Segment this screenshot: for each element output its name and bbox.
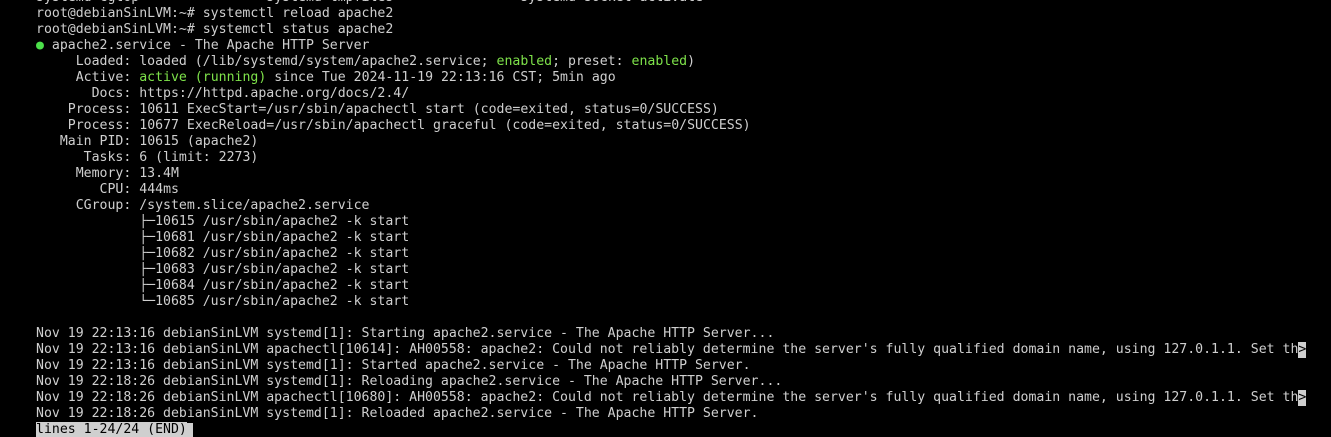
journal-text: Nov 19 22:13:16 debianSinLVM apachectl[1… [36,342,1299,357]
cgroup-tree-line: ├─10684 /usr/sbin/apache2 -k start [0,278,1331,294]
tasks-line: Tasks: 6 (limit: 2273) [0,150,1331,166]
service-status-bullet-icon: ● [36,38,44,53]
service-header-line: ● apache2.service - The Apache HTTP Serv… [0,38,1331,54]
mainpid-label: Main PID: [59,134,132,149]
loaded-middle: ; preset: [552,54,624,69]
cursor-icon [186,423,193,437]
terminal-window[interactable]: systemd-cgtop systemd-tmpfiles systemd-s… [0,0,1331,437]
cgroup-value: /system.slice/apache2.service [139,198,370,213]
prompt-line: root@debianSinLVM:~# systemctl status ap… [36,22,394,37]
loaded-prefix: loaded (/lib/systemd/system/apache2.serv… [139,54,489,69]
active-state: active (running) [139,70,267,85]
process-value: 10677 ExecReload=/usr/sbin/apachectl gra… [139,118,751,133]
cgroup-label: CGroup: [75,198,132,213]
partial-command-left: systemd-cgtop [36,0,139,5]
cgroup-tree-line: ├─10682 /usr/sbin/apache2 -k start [0,246,1331,262]
docs-label: Docs: [91,86,132,101]
truncation-marker-icon: > [1298,390,1307,406]
journal-text: Nov 19 22:18:26 debianSinLVM apachectl[1… [36,390,1299,405]
cgroup-line: CGroup: /system.slice/apache2.service [0,198,1331,214]
partial-command-mid: systemd-tmpfiles [266,0,393,5]
cgroup-process: ├─10681 /usr/sbin/apache2 -k start [139,230,410,245]
cgroup-process: ├─10684 /usr/sbin/apache2 -k start [139,278,410,293]
cpu-value: 444ms [139,182,179,197]
journal-line: Nov 19 22:13:16 debianSinLVM systemd[1]:… [36,358,751,373]
tasks-label: Tasks: [83,150,132,165]
loaded-label: Loaded: [75,54,132,69]
journal-line: Nov 19 22:13:16 debianSinLVM apachectl[1… [0,342,1331,358]
memory-label: Memory: [75,166,132,181]
tasks-value: 6 (limit: 2273) [139,150,259,165]
cgroup-tree-line: ├─10683 /usr/sbin/apache2 -k start [0,262,1331,278]
journal-line: Nov 19 22:13:16 debianSinLVM systemd[1]:… [36,326,775,341]
cgroup-process: ├─10682 /usr/sbin/apache2 -k start [139,246,410,261]
process-value: 10611 ExecStart=/usr/sbin/apachectl star… [139,102,719,117]
process-line: Process: 10611 ExecStart=/usr/sbin/apach… [0,102,1331,118]
cpu-label: CPU: [99,182,132,197]
active-label: Active: [75,70,132,85]
pager-status-line[interactable]: lines 1-24/24 (END) [0,422,1331,437]
journal-line: Nov 19 22:18:26 debianSinLVM systemd[1]:… [36,406,759,421]
cgroup-process: └─10685 /usr/sbin/apache2 -k start [139,294,410,309]
journal-line: Nov 19 22:18:26 debianSinLVM systemd[1]:… [36,374,783,389]
docs-value: https://httpd.apache.org/docs/2.4/ [139,86,410,101]
active-since: since Tue 2024-11-19 22:13:16 CST; 5min … [274,70,616,85]
mainpid-value: 10615 (apache2) [139,134,259,149]
active-line: Active: active (running) since Tue 2024-… [0,70,1331,86]
loaded-preset: enabled [631,54,688,69]
cpu-line: CPU: 444ms [0,182,1331,198]
mainpid-line: Main PID: 10615 (apache2) [0,134,1331,150]
cgroup-tree-line: ├─10681 /usr/sbin/apache2 -k start [0,230,1331,246]
loaded-enabled: enabled [496,54,553,69]
process-line: Process: 10677 ExecReload=/usr/sbin/apac… [0,118,1331,134]
cgroup-tree-line: ├─10615 /usr/sbin/apache2 -k start [0,214,1331,230]
cgroup-process: ├─10683 /usr/sbin/apache2 -k start [139,262,410,277]
pager-status: lines 1-24/24 (END) [36,422,187,437]
service-header: apache2.service - The Apache HTTP Server [51,38,370,53]
docs-line: Docs: https://httpd.apache.org/docs/2.4/ [0,86,1331,102]
journal-line: Nov 19 22:18:26 debianSinLVM apachectl[1… [0,390,1331,406]
cgroup-process: ├─10615 /usr/sbin/apache2 -k start [139,214,410,229]
prompt-line: root@debianSinLVM:~# systemctl reload ap… [36,6,394,21]
memory-value: 13.4M [139,166,179,181]
memory-line: Memory: 13.4M [0,166,1331,182]
process-label: Process: [67,118,132,133]
loaded-line: Loaded: loaded (/lib/systemd/system/apac… [0,54,1331,70]
loaded-suffix: ) [687,54,696,69]
partial-command-right: systemd-socket-activate [520,0,703,5]
cgroup-tree-line: └─10685 /usr/sbin/apache2 -k start [0,294,1331,310]
process-label: Process: [67,102,132,117]
truncation-marker-icon: > [1298,342,1307,358]
